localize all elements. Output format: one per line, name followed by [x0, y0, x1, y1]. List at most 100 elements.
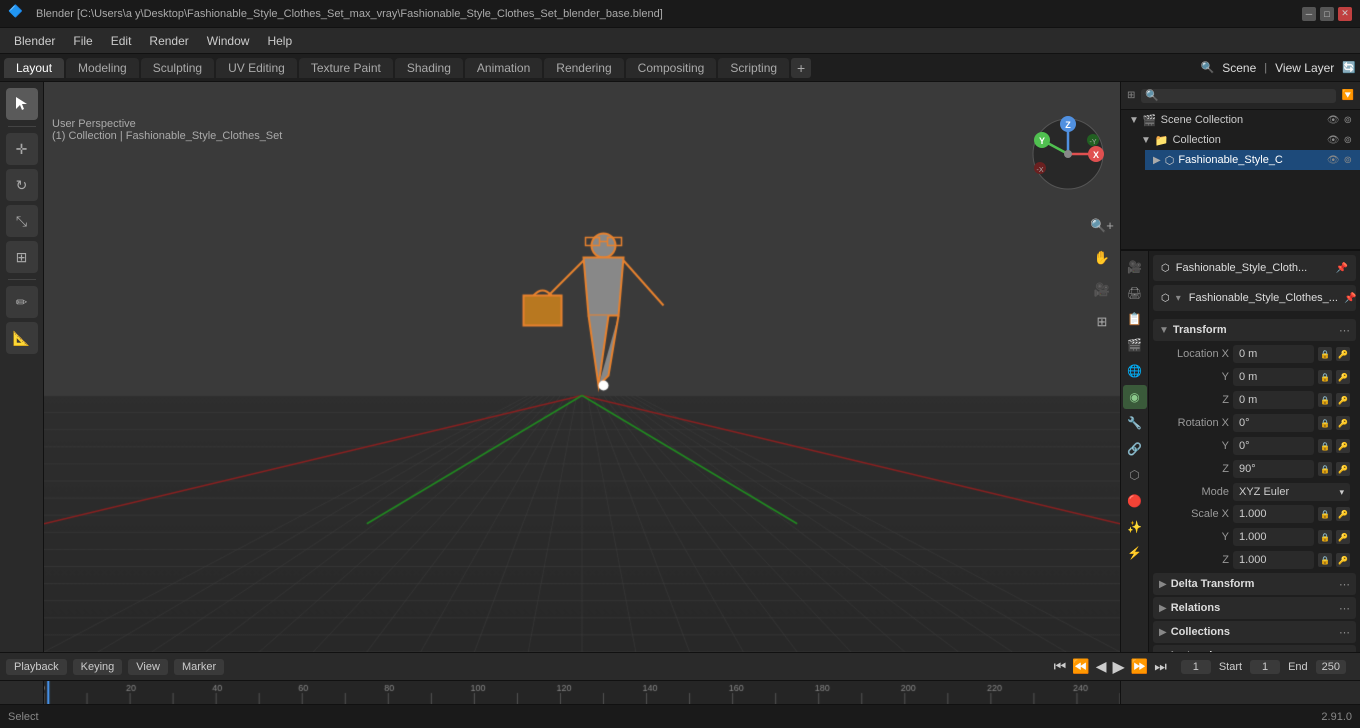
location-x-lock[interactable]: 🔒: [1318, 347, 1332, 361]
marker-button[interactable]: Marker: [174, 659, 224, 675]
data-properties-tab[interactable]: ⬡: [1123, 463, 1147, 487]
location-x-field[interactable]: 0 m: [1233, 345, 1314, 363]
render-properties-tab[interactable]: 🎥: [1123, 255, 1147, 279]
scene-properties-tab[interactable]: 🎬: [1123, 333, 1147, 357]
physics-properties-tab[interactable]: ⚡: [1123, 541, 1147, 565]
camera-button[interactable]: 🎥: [1088, 276, 1116, 304]
output-properties-tab[interactable]: 🖨: [1123, 281, 1147, 305]
keying-menu-button[interactable]: Keying: [73, 659, 123, 675]
relations-pin[interactable]: ⋯: [1339, 602, 1350, 615]
tab-scripting[interactable]: Scripting: [718, 58, 789, 78]
scale-tool-button[interactable]: ⤡: [6, 205, 38, 237]
object-name-field[interactable]: ⬡ Fashionable_Style_Cloth... 📌: [1153, 255, 1356, 281]
render-region-button[interactable]: ⊞: [1088, 308, 1116, 336]
menu-file[interactable]: File: [65, 32, 100, 50]
transform-tool-button[interactable]: ⊞: [6, 241, 38, 273]
collection-render[interactable]: ⊚: [1344, 135, 1352, 146]
rotation-z-field[interactable]: 90°: [1233, 460, 1314, 478]
menu-edit[interactable]: Edit: [103, 32, 140, 50]
tab-sculpting[interactable]: Sculpting: [141, 58, 214, 78]
object-pin-icon[interactable]: 📌: [1336, 263, 1348, 274]
delta-transform-header[interactable]: ▶ Delta Transform ⋯: [1153, 573, 1356, 595]
scene-collection-eye[interactable]: 👁: [1327, 115, 1340, 126]
scale-y-key[interactable]: 🔑: [1336, 530, 1350, 544]
step-backward-button[interactable]: ⏪: [1072, 658, 1089, 675]
tab-modeling[interactable]: Modeling: [66, 58, 139, 78]
instancing-header[interactable]: ▶ Instancing ⋯: [1153, 645, 1356, 652]
scale-y-field[interactable]: 1.000: [1233, 528, 1314, 546]
data-block-dropdown[interactable]: ▾: [1176, 293, 1181, 304]
rotation-y-key[interactable]: 🔑: [1336, 439, 1350, 453]
rotation-z-lock[interactable]: 🔒: [1318, 462, 1332, 476]
play-reverse-button[interactable]: ◀: [1096, 658, 1107, 675]
menu-help[interactable]: Help: [259, 32, 300, 50]
minimize-button[interactable]: ─: [1302, 7, 1316, 21]
scale-x-key[interactable]: 🔑: [1336, 507, 1350, 521]
data-block-pin[interactable]: 📌: [1344, 293, 1356, 304]
axis-gizmo[interactable]: X Y Z -X -Y: [1028, 114, 1108, 194]
collections-header[interactable]: ▶ Collections ⋯: [1153, 621, 1356, 643]
view-layer-properties-tab[interactable]: 📋: [1123, 307, 1147, 331]
object-eye[interactable]: 👁: [1327, 155, 1340, 166]
rotation-y-lock[interactable]: 🔒: [1318, 439, 1332, 453]
outliner-collection[interactable]: ▼ 📁 Collection 👁 ⊚: [1133, 130, 1360, 150]
outliner-filter-btn[interactable]: 🔽: [1342, 90, 1354, 101]
delta-pin[interactable]: ⋯: [1339, 578, 1350, 591]
tab-shading[interactable]: Shading: [395, 58, 463, 78]
rotation-x-lock[interactable]: 🔒: [1318, 416, 1332, 430]
location-z-key[interactable]: 🔑: [1336, 393, 1350, 407]
annotate-tool-button[interactable]: ✏: [6, 286, 38, 318]
data-block-field[interactable]: ⬡ ▾ Fashionable_Style_Clothes_... 📌: [1153, 285, 1356, 311]
rotation-mode-select[interactable]: XYZ Euler ▾: [1233, 483, 1350, 501]
rotation-x-field[interactable]: 0°: [1233, 414, 1314, 432]
scale-z-key[interactable]: 🔑: [1336, 553, 1350, 567]
grab-tool-button[interactable]: ✋: [1088, 244, 1116, 272]
tab-texture-paint[interactable]: Texture Paint: [299, 58, 393, 78]
instancing-pin[interactable]: ⋯: [1339, 650, 1350, 653]
material-properties-tab[interactable]: 🔴: [1123, 489, 1147, 513]
scale-x-lock[interactable]: 🔒: [1318, 507, 1332, 521]
step-forward-button[interactable]: ⏩: [1131, 658, 1148, 675]
viewport-3d[interactable]: Object Mode ▾ View Select Add Object ⊕ G…: [44, 82, 1120, 652]
timeline-view-button[interactable]: View: [128, 659, 168, 675]
relations-header[interactable]: ▶ Relations ⋯: [1153, 597, 1356, 619]
scale-x-field[interactable]: 1.000: [1233, 505, 1314, 523]
end-frame-display[interactable]: 250: [1316, 660, 1346, 674]
location-x-key[interactable]: 🔑: [1336, 347, 1350, 361]
object-properties-tab[interactable]: ◉: [1123, 385, 1147, 409]
tab-uv-editing[interactable]: UV Editing: [216, 58, 297, 78]
outliner-object[interactable]: ▶ ⬡ Fashionable_Style_C 👁 ⊚: [1145, 150, 1360, 170]
scale-z-field[interactable]: 1.000: [1233, 551, 1314, 569]
transform-pin[interactable]: ⋯: [1339, 324, 1350, 337]
rotation-x-key[interactable]: 🔑: [1336, 416, 1350, 430]
location-y-key[interactable]: 🔑: [1336, 370, 1350, 384]
current-frame-display[interactable]: 1: [1181, 660, 1211, 674]
modifier-properties-tab[interactable]: 🔧: [1123, 411, 1147, 435]
scale-z-lock[interactable]: 🔒: [1318, 553, 1332, 567]
scene-collection-camera[interactable]: ⊚: [1344, 115, 1352, 126]
menu-blender[interactable]: Blender: [6, 32, 63, 50]
object-render[interactable]: ⊚: [1344, 155, 1352, 166]
start-frame-display[interactable]: 1: [1250, 660, 1280, 674]
zoom-in-button[interactable]: 🔍+: [1088, 212, 1116, 240]
tab-compositing[interactable]: Compositing: [626, 58, 717, 78]
select-tool-button[interactable]: [6, 88, 38, 120]
close-button[interactable]: ✕: [1338, 7, 1352, 21]
tab-animation[interactable]: Animation: [465, 58, 542, 78]
rotate-tool-button[interactable]: ↻: [6, 169, 38, 201]
constraint-properties-tab[interactable]: 🔗: [1123, 437, 1147, 461]
jump-to-start-button[interactable]: ⏮: [1054, 658, 1067, 675]
maximize-button[interactable]: □: [1320, 7, 1334, 21]
play-button[interactable]: ▶: [1112, 657, 1124, 677]
outliner-scene-collection[interactable]: ▼ 🎬 Scene Collection 👁 ⊚: [1121, 110, 1360, 130]
transform-section-header[interactable]: ▼ Transform ⋯: [1153, 319, 1356, 341]
jump-to-end-button[interactable]: ⏭: [1154, 658, 1167, 675]
measure-tool-button[interactable]: 📐: [6, 322, 38, 354]
collections-pin[interactable]: ⋯: [1339, 626, 1350, 639]
tab-rendering[interactable]: Rendering: [544, 58, 623, 78]
outliner-view-btn[interactable]: ⊞: [1127, 90, 1135, 101]
rotation-y-field[interactable]: 0°: [1233, 437, 1314, 455]
outliner-search-input[interactable]: [1141, 89, 1335, 103]
playback-menu-button[interactable]: Playback: [6, 659, 67, 675]
location-z-field[interactable]: 0 m: [1233, 391, 1314, 409]
